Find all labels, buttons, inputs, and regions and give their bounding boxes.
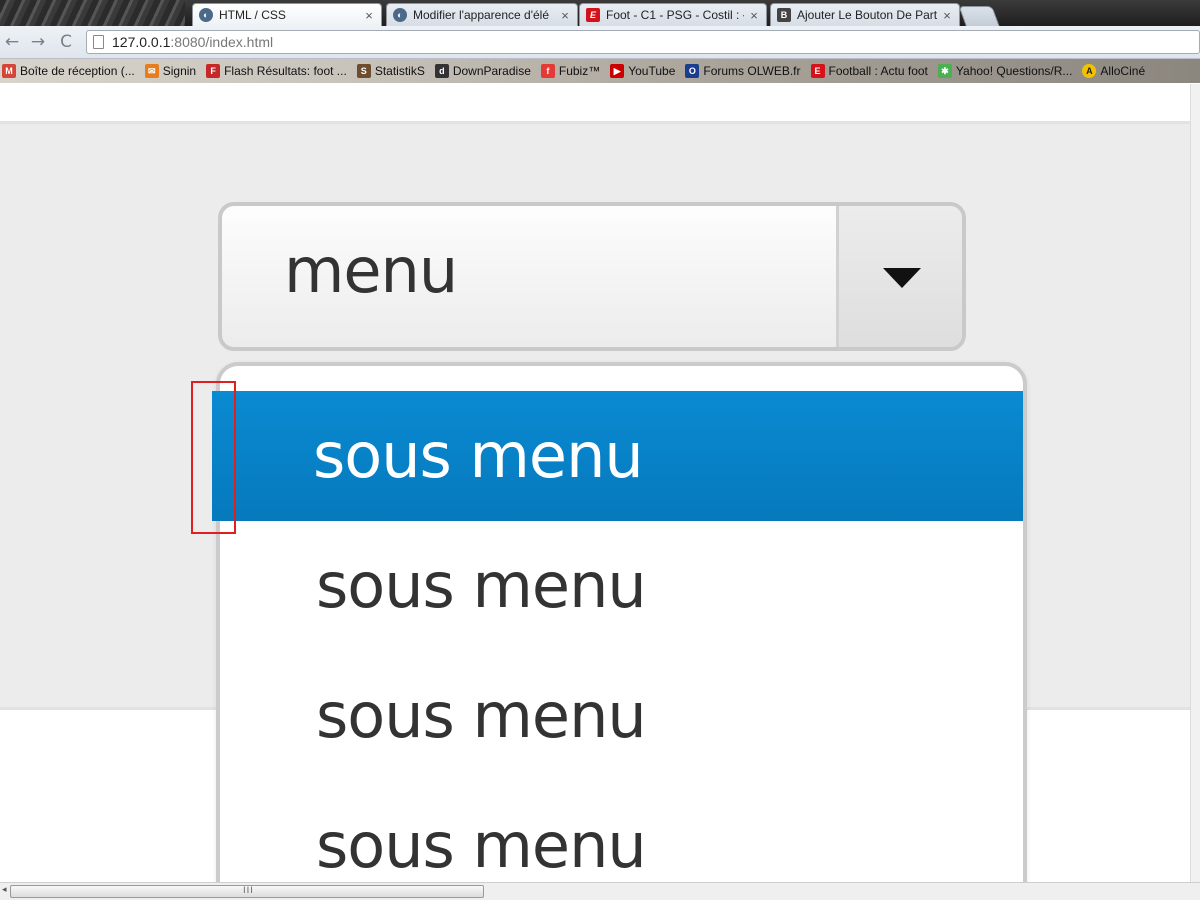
bookmark-label: Yahoo! Questions/R... (955, 64, 1073, 78)
bookmark-label: Forums OLWEB.fr (703, 64, 801, 78)
browser-tab-foot-psg[interactable]: E Foot - C1 - PSG - Costil : « × (579, 3, 767, 26)
flashscore-icon: F (206, 64, 221, 78)
annotation-highlight-box (191, 381, 236, 534)
option-label: sous menu (316, 679, 647, 752)
bookmark-label: Fubiz™ (558, 64, 601, 78)
back-arrow-icon[interactable]: ← (2, 32, 22, 52)
address-bar[interactable]: 127.0.0.1 :8080/index.html (86, 30, 1200, 54)
page-header-area (0, 84, 1190, 121)
bookmark-label: DownParadise (452, 64, 531, 78)
gmail-icon: M (2, 64, 16, 78)
bookmark-allocine[interactable]: A AlloCiné (1080, 64, 1153, 78)
forward-arrow-icon[interactable]: → (28, 32, 48, 52)
olweb-icon: O (685, 64, 700, 78)
dropdown-option-selected[interactable]: sous menu (212, 391, 1023, 521)
vertical-scrollbar[interactable] (1190, 84, 1200, 882)
grip-icon: III (243, 886, 254, 896)
select-label: menu (284, 234, 458, 307)
tab-title: Foot - C1 - PSG - Costil : « (606, 8, 744, 22)
bookmark-statistiks[interactable]: S StatistikS (355, 64, 433, 78)
caret-down-icon (883, 268, 921, 288)
close-icon[interactable]: × (748, 8, 760, 23)
browser-tab-html-css[interactable]: ◐ HTML / CSS × (192, 3, 382, 26)
dropdown-option[interactable]: sous menu (220, 521, 1023, 651)
close-icon[interactable]: × (941, 8, 953, 23)
dropdown-toggle-button[interactable] (836, 206, 962, 347)
fubiz-icon: f (540, 64, 555, 78)
dropdown-list: sous menu sous menu sous menu sous menu (212, 362, 1027, 900)
url-host: 127.0.0.1 (112, 34, 171, 50)
browser-tab-modifier-apparence[interactable]: ◐ Modifier l'apparence d'élé × (386, 3, 578, 26)
statistiks-icon: S (356, 64, 371, 78)
bookmark-signin[interactable]: ✉ Signin (143, 64, 204, 78)
allocine-icon: A (1082, 64, 1097, 78)
scroll-left-arrow-icon[interactable]: ◂ (2, 885, 7, 895)
menu-select[interactable]: menu (218, 202, 966, 351)
bookmark-downparadise[interactable]: d DownParadise (433, 64, 539, 78)
bookmark-label: Signin (162, 64, 197, 78)
bookmark-olweb[interactable]: O Forums OLWEB.fr (683, 64, 808, 78)
option-label: sous menu (316, 549, 647, 622)
downparadise-icon: d (434, 64, 449, 78)
browser-toolbar: ← → C 127.0.0.1 :8080/index.html (0, 26, 1200, 59)
bookmark-flash-resultats[interactable]: F Flash Résultats: foot ... (204, 64, 355, 78)
bookmark-football-actu[interactable]: E Football : Actu foot (809, 64, 936, 78)
yahoo-answers-icon: ✱ (937, 64, 952, 78)
openclassrooms-icon: ◐ (393, 8, 407, 22)
url-path: :8080/index.html (170, 34, 274, 50)
option-label: sous menu (313, 419, 644, 492)
reload-icon[interactable]: C (56, 32, 76, 52)
dropdown-option[interactable]: sous menu (220, 651, 1023, 781)
browser-tab-ajouter-bouton[interactable]: B Ajouter Le Bouton De Part × (770, 3, 960, 26)
option-label: sous menu (316, 809, 647, 882)
tab-title: HTML / CSS (219, 8, 286, 22)
bookmark-label: StatistikS (374, 64, 425, 78)
bookmark-fubiz[interactable]: f Fubiz™ (539, 64, 608, 78)
browser-tab-strip: ◐ HTML / CSS × ◐ Modifier l'apparence d'… (0, 0, 1200, 26)
blogger-icon: B (777, 8, 791, 22)
tab-title: Ajouter Le Bouton De Part (797, 8, 937, 22)
bookmark-label: Boîte de réception (... (20, 64, 135, 78)
horizontal-scrollbar[interactable]: ◂ III (0, 882, 1200, 900)
close-icon[interactable]: × (363, 8, 375, 23)
bookmark-label: AlloCiné (1100, 64, 1146, 78)
close-icon[interactable]: × (559, 8, 571, 23)
envelope-icon: ✉ (144, 64, 159, 78)
bookmark-yahoo-questions[interactable]: ✱ Yahoo! Questions/R... (936, 64, 1081, 78)
lequipe-icon: E (810, 64, 825, 78)
bookmark-label: Flash Résultats: foot ... (224, 64, 347, 78)
new-tab-button[interactable] (958, 6, 1000, 26)
lequipe-icon: E (586, 8, 600, 22)
bookmark-gmail[interactable]: M Boîte de réception (... (0, 64, 143, 78)
tab-title: Modifier l'apparence d'élé (413, 8, 549, 22)
bookmark-label: Football : Actu foot (828, 64, 928, 78)
bookmark-youtube[interactable]: ▶ YouTube (608, 64, 683, 78)
page-icon (93, 35, 104, 49)
scrollbar-thumb[interactable]: III (10, 885, 484, 898)
openclassrooms-icon: ◐ (199, 8, 213, 22)
bookmarks-bar: M Boîte de réception (... ✉ Signin F Fla… (0, 59, 1200, 83)
bookmark-label: YouTube (628, 64, 676, 78)
youtube-icon: ▶ (610, 64, 625, 78)
